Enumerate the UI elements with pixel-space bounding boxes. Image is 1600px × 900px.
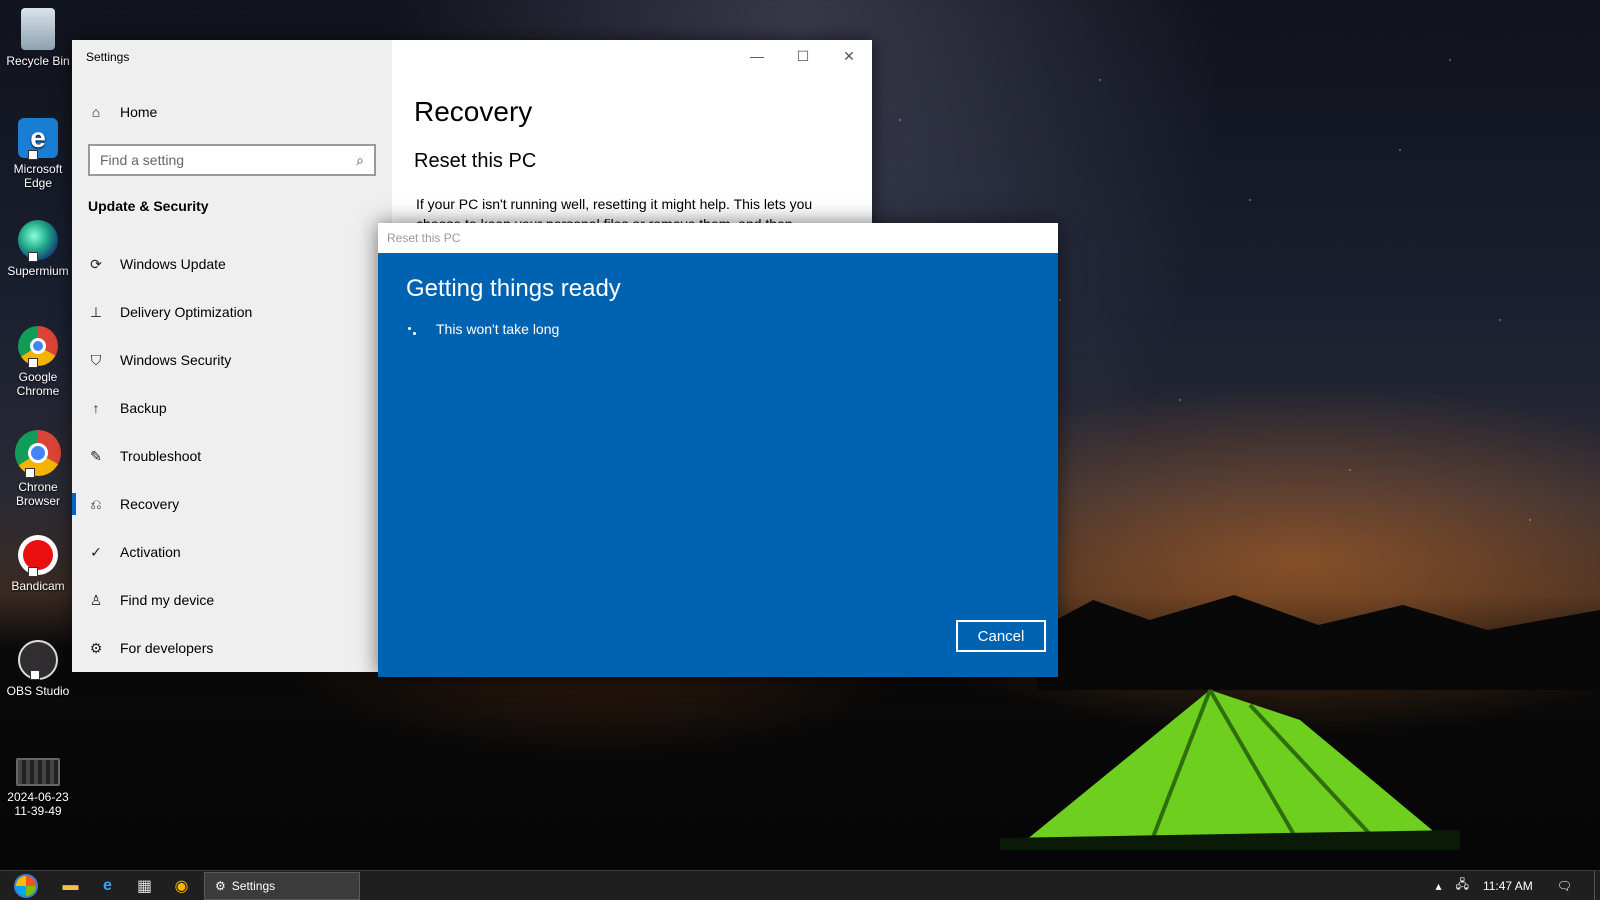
sidebar-item-label: Backup bbox=[120, 400, 167, 416]
page-title: Recovery bbox=[414, 96, 533, 127]
taskbar: ▬ e ▦ ◉ ⚙ Settings ▴ 🖧 11:47 AM 🗨 bbox=[0, 870, 1600, 900]
desktop-icon-label: Chrone Browser bbox=[15, 480, 60, 508]
desktop-icon-label: Recycle Bin bbox=[6, 54, 70, 68]
desktop-icon-label: Bandicam bbox=[11, 579, 65, 593]
dialog-status: This won't take long bbox=[406, 321, 559, 337]
check-circle-icon: ✓ bbox=[90, 543, 102, 560]
sidebar-item-label: Recovery bbox=[120, 496, 180, 512]
nav-home-label: Home bbox=[120, 104, 158, 120]
search-input[interactable]: Find a setting ⌕ bbox=[88, 144, 376, 176]
desktop-icon-label: OBS Studio bbox=[6, 684, 70, 698]
desktop-icon-label: Supermium bbox=[7, 264, 69, 278]
wallpaper-tent bbox=[1000, 688, 1460, 850]
dialog-title: Reset this PC bbox=[378, 223, 1058, 253]
sync-icon: ⟳ bbox=[90, 255, 102, 272]
taskbar-task-label: Settings bbox=[231, 878, 276, 893]
sidebar-item-label: Windows Update bbox=[120, 256, 226, 272]
close-button[interactable]: ✕ bbox=[826, 40, 872, 72]
developer-tools-icon: ⚙ bbox=[89, 639, 103, 656]
wrench-icon: ✎ bbox=[90, 447, 102, 464]
chrome-icon bbox=[18, 326, 58, 368]
system-tray: ▴ 🖧 11:47 AM 🗨 bbox=[1422, 870, 1600, 900]
window-controls: — ☐ ✕ bbox=[734, 40, 872, 72]
desktop-icon-recycle-bin[interactable]: Recycle Bin bbox=[4, 8, 72, 68]
dialog-heading: Getting things ready bbox=[406, 275, 621, 302]
tray-overflow-icon[interactable]: ▴ bbox=[1436, 879, 1442, 893]
desktop-icon-chrone-browser[interactable]: Chrone Browser bbox=[4, 430, 72, 508]
nav-home[interactable]: ⌂ Home bbox=[88, 104, 158, 120]
wallpaper-mountains bbox=[1037, 595, 1600, 690]
desktop-icon-supermium[interactable]: Supermium bbox=[4, 220, 72, 278]
window-title: Settings bbox=[86, 50, 130, 64]
sidebar-item-label: Troubleshoot bbox=[120, 448, 202, 464]
sidebar-item-activation[interactable]: ✓ Activation bbox=[72, 528, 392, 576]
desktop-icon-label: Google Chrome bbox=[16, 370, 60, 398]
chrone-browser-icon bbox=[15, 430, 61, 478]
start-button[interactable] bbox=[0, 871, 52, 900]
sidebar-item-recovery[interactable]: ⎌ Recovery bbox=[72, 480, 392, 528]
action-center-icon[interactable]: 🗨 bbox=[1557, 879, 1572, 893]
windows-orb-icon bbox=[14, 873, 38, 898]
backup-arrow-icon: ↑ bbox=[92, 400, 100, 416]
network-icon[interactable]: 🖧 bbox=[1456, 875, 1469, 896]
sidebar-item-label: Delivery Optimization bbox=[120, 304, 253, 320]
search-placeholder: Find a setting bbox=[100, 152, 185, 168]
desktop-icon-label: 2024-06-23 11-39-49 bbox=[7, 790, 69, 818]
bandicam-icon bbox=[18, 535, 58, 577]
sidebar-item-backup[interactable]: ↑ Backup bbox=[72, 384, 392, 432]
recycle-bin-icon bbox=[21, 8, 55, 50]
edge-icon: e bbox=[18, 118, 58, 160]
file-explorer-taskbar-button[interactable]: ▬ bbox=[52, 871, 89, 900]
search-icon: ⌕ bbox=[356, 152, 364, 168]
supermium-icon bbox=[18, 220, 58, 262]
desktop-icon-google-chrome[interactable]: Google Chrome bbox=[4, 326, 72, 398]
dialog-status-text: This won't take long bbox=[436, 321, 560, 337]
minimize-button[interactable]: — bbox=[734, 40, 780, 72]
desktop-icon-obs-studio[interactable]: OBS Studio bbox=[4, 640, 72, 698]
show-desktop-button[interactable] bbox=[1594, 870, 1600, 900]
chrome-taskbar-button[interactable]: ◉ bbox=[163, 871, 200, 900]
obs-icon bbox=[18, 640, 58, 680]
reset-pc-dialog: Reset this PC Getting things ready This … bbox=[378, 223, 1058, 677]
home-icon: ⌂ bbox=[91, 104, 101, 120]
sidebar-item-find-my-device[interactable]: ♙ Find my device bbox=[72, 576, 392, 624]
settings-nav: ⟳ Windows Update ⊥ Delivery Optimization… bbox=[72, 240, 392, 672]
settings-sidebar: Settings ⌂ Home Find a setting ⌕ Update … bbox=[72, 40, 392, 672]
sidebar-item-windows-security[interactable]: ⛉ Windows Security bbox=[72, 336, 392, 384]
maximize-button[interactable]: ☐ bbox=[780, 40, 826, 72]
sidebar-item-for-developers[interactable]: ⚙ For developers bbox=[72, 624, 392, 672]
delivery-icon: ⊥ bbox=[89, 303, 103, 320]
sidebar-item-delivery-optimization[interactable]: ⊥ Delivery Optimization bbox=[72, 288, 392, 336]
video-file-icon bbox=[16, 758, 60, 786]
spinner-icon bbox=[406, 321, 422, 337]
sidebar-item-windows-update[interactable]: ⟳ Windows Update bbox=[72, 240, 392, 288]
store-icon: ▦ bbox=[136, 877, 153, 895]
cancel-button[interactable]: Cancel bbox=[956, 620, 1046, 652]
sidebar-item-label: For developers bbox=[120, 640, 214, 656]
sidebar-item-label: Find my device bbox=[120, 592, 215, 608]
store-taskbar-button[interactable]: ▦ bbox=[126, 871, 163, 900]
sidebar-item-label: Windows Security bbox=[120, 352, 232, 368]
chrome-icon: ◉ bbox=[174, 877, 189, 895]
taskbar-task-settings[interactable]: ⚙ Settings bbox=[204, 871, 360, 900]
desktop-icon-bandicam[interactable]: Bandicam bbox=[4, 535, 72, 593]
sidebar-item-troubleshoot[interactable]: ✎ Troubleshoot bbox=[72, 432, 392, 480]
desktop-icon-video-file[interactable]: 2024-06-23 11-39-49 bbox=[4, 758, 72, 818]
section-title: Update & Security bbox=[88, 198, 209, 214]
folder-icon: ▬ bbox=[62, 876, 79, 894]
shield-icon: ⛉ bbox=[90, 351, 102, 368]
desktop-icon-label: Microsoft Edge bbox=[13, 162, 63, 190]
edge-icon: e bbox=[103, 876, 112, 894]
desktop-icon-microsoft-edge[interactable]: e Microsoft Edge bbox=[4, 118, 72, 190]
clock[interactable]: 11:47 AM bbox=[1483, 879, 1533, 893]
gear-icon: ⚙ bbox=[215, 878, 226, 893]
sidebar-item-label: Activation bbox=[120, 544, 181, 560]
section-heading: Reset this PC bbox=[414, 150, 537, 172]
edge-taskbar-button[interactable]: e bbox=[89, 871, 126, 900]
recovery-icon: ⎌ bbox=[90, 495, 102, 512]
person-location-icon: ♙ bbox=[89, 591, 103, 608]
